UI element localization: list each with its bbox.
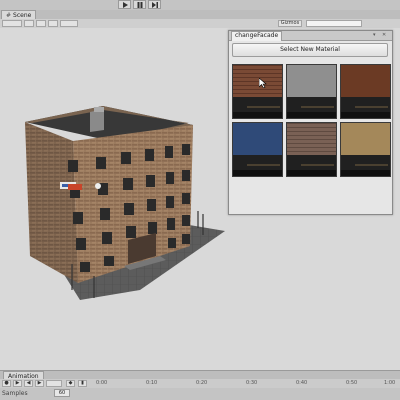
anim-frame-field[interactable]: [46, 380, 62, 387]
material-preview-base: [341, 97, 390, 118]
shading-mode-dropdown[interactable]: [2, 20, 22, 27]
record-button[interactable]: ●: [2, 380, 11, 387]
roof-vent: [94, 107, 104, 112]
timeline-tick: 1:00: [384, 380, 396, 386]
material-tile-concrete-grey[interactable]: [286, 64, 337, 119]
scene-search-input[interactable]: [306, 20, 362, 27]
pause-button[interactable]: [133, 0, 146, 9]
panel-menu-icon[interactable]: ▾: [373, 32, 376, 38]
select-new-material-button[interactable]: Select New Material: [232, 43, 388, 57]
mouse-cursor-icon: [259, 78, 267, 88]
play-button[interactable]: [118, 0, 131, 9]
material-tile-old-brick[interactable]: [286, 122, 337, 177]
effects-dropdown[interactable]: [60, 20, 78, 27]
anim-prev-key-button[interactable]: ◀: [24, 380, 33, 387]
material-swatch: [287, 123, 336, 155]
material-preview-base: [287, 155, 336, 176]
panel-titlebar[interactable]: changeFacade ▾ ✕: [229, 31, 392, 41]
play-icon: [122, 1, 128, 8]
anim-play-button[interactable]: ▶: [13, 380, 22, 387]
panel-title: changeFacade: [231, 31, 283, 41]
material-preview-base: [287, 97, 336, 118]
material-swatch: [233, 65, 282, 97]
roof-chimney: [90, 109, 104, 132]
panel-close-icon[interactable]: ✕: [382, 32, 386, 38]
timeline-tick: 0:20: [196, 380, 208, 386]
timeline-ruler[interactable]: 0:00 0:10 0:20 0:30 0:40 0:50 1:00: [96, 379, 400, 388]
lighting-toggle[interactable]: [36, 20, 46, 27]
material-tile-brown-plaster[interactable]: [340, 64, 391, 119]
pause-icon: [137, 1, 142, 8]
timeline-tick: 0:10: [146, 380, 158, 386]
material-swatch: [287, 65, 336, 97]
2d-toggle[interactable]: [24, 20, 34, 27]
material-tile-brick-red[interactable]: [232, 64, 283, 119]
timeline-tick: 0:50: [346, 380, 358, 386]
timeline-tick: 0:40: [296, 380, 308, 386]
timeline-tick: 0:30: [246, 380, 258, 386]
gizmos-dropdown[interactable]: Gizmos: [278, 20, 302, 27]
material-swatch: [233, 123, 282, 155]
material-swatch: [341, 65, 390, 97]
step-icon: [151, 1, 158, 8]
samples-input[interactable]: 60: [54, 389, 70, 397]
material-preview-base: [233, 97, 282, 118]
anim-next-key-button[interactable]: ▶: [35, 380, 44, 387]
material-preview-base: [233, 155, 282, 176]
play-controls: [118, 0, 161, 10]
material-tile-sand-stone[interactable]: [340, 122, 391, 177]
animation-rows: Samples 60: [0, 388, 400, 400]
samples-label: Samples: [2, 390, 28, 397]
material-tile-blue-panel[interactable]: [232, 122, 283, 177]
audio-toggle[interactable]: [48, 20, 58, 27]
add-event-button[interactable]: ▮: [78, 380, 87, 387]
material-swatch: [341, 123, 390, 155]
change-facade-panel: changeFacade ▾ ✕ Select New Material: [228, 30, 393, 215]
add-keyframe-button[interactable]: ◆: [66, 380, 75, 387]
step-button[interactable]: [148, 0, 161, 9]
building-left-face: [25, 122, 78, 283]
timeline-tick: 0:00: [96, 380, 108, 386]
material-preview-base: [341, 155, 390, 176]
